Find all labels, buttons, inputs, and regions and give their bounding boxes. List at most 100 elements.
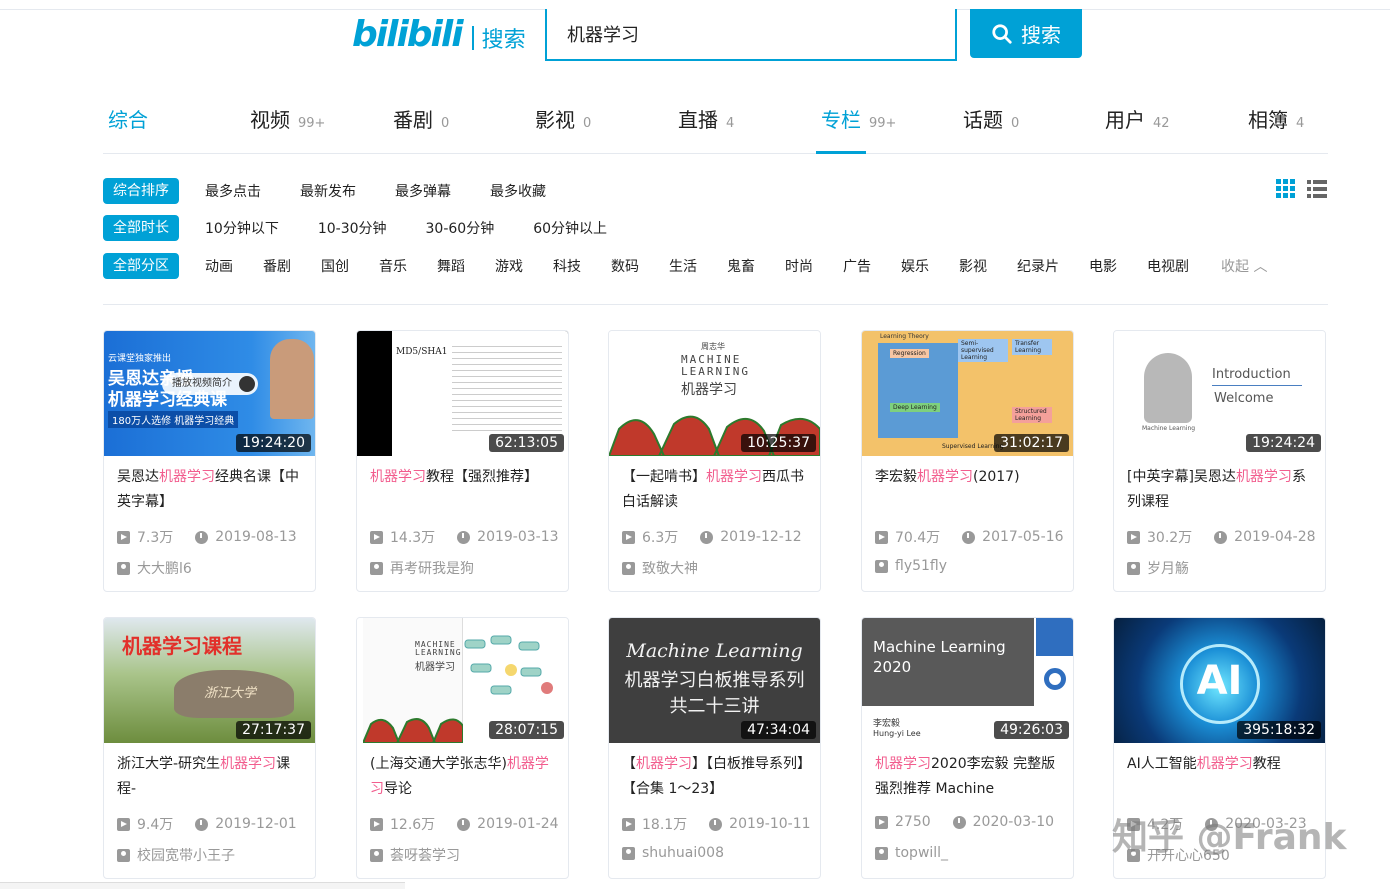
- order-option[interactable]: 最新发布: [300, 181, 356, 201]
- uploader-name: topwill_: [895, 845, 949, 861]
- upload-date: 2019-10-11: [729, 816, 811, 832]
- duration-badge: 28:07:15: [489, 721, 564, 739]
- uploader-link[interactable]: fly51fly: [875, 558, 947, 574]
- zone-option[interactable]: 番剧: [263, 256, 291, 276]
- duration-selected[interactable]: 全部时长: [103, 215, 179, 241]
- video-thumbnail[interactable]: Machine Learning 2020 李宏毅 Hung-yi Lee 49…: [862, 618, 1073, 743]
- bilibili-logo[interactable]: bilibili 搜索: [352, 14, 526, 55]
- zone-option[interactable]: 娱乐: [901, 256, 929, 276]
- zone-option[interactable]: 游戏: [495, 256, 523, 276]
- video-card[interactable]: Learning Theory Regression Deep Learning…: [861, 330, 1074, 592]
- uploader-name: 致敬大神: [642, 561, 698, 577]
- video-card[interactable]: Machine Learning 2020 李宏毅 Hung-yi Lee 49…: [861, 617, 1074, 879]
- zone-option[interactable]: 纪录片: [1017, 256, 1059, 276]
- video-title[interactable]: 吴恩达机器学习经典名课【中英字幕】: [117, 465, 307, 515]
- zone-selected[interactable]: 全部分区: [103, 253, 179, 279]
- zone-option[interactable]: 舞蹈: [437, 256, 465, 276]
- zone-option[interactable]: 影视: [959, 256, 987, 276]
- zone-option[interactable]: 动画: [205, 256, 233, 276]
- thumb-text: AI: [1196, 658, 1243, 704]
- clock-icon: [700, 530, 714, 544]
- video-title[interactable]: 【一起啃书】机器学习西瓜书白话解读: [622, 465, 812, 515]
- tab-album[interactable]: 相簿 4: [1248, 104, 1304, 133]
- uploader-link[interactable]: 校园宽带小王子: [117, 845, 235, 865]
- duration-badge: 10:25:37: [741, 434, 816, 452]
- tab-live[interactable]: 直播 4: [678, 104, 734, 133]
- video-title[interactable]: 浙江大学-研究生机器学习课程-: [117, 752, 307, 802]
- tab-all[interactable]: 综合: [108, 104, 148, 133]
- video-meta: 12.6万 2019-01-24: [370, 814, 559, 834]
- duration-badge: 62:13:05: [489, 434, 564, 452]
- search-input[interactable]: 机器学习: [545, 9, 957, 61]
- tab-topic[interactable]: 话题 0: [963, 104, 1019, 133]
- zone-option[interactable]: 鬼畜: [727, 256, 755, 276]
- zone-option[interactable]: 科技: [553, 256, 581, 276]
- order-option[interactable]: 最多弹幕: [395, 181, 451, 201]
- zone-option[interactable]: 音乐: [379, 256, 407, 276]
- video-card[interactable]: 云课堂独家推出 吴恩达亲授 机器学习经典课 180万人选修 机器学习经典 播放视…: [103, 330, 316, 592]
- video-card[interactable]: Machine Learning 机器学习白板推导系列 共二十三讲 47:34:…: [608, 617, 821, 879]
- list-view-icon[interactable]: [1307, 179, 1327, 199]
- uploader-link[interactable]: 荟呀荟学习: [370, 845, 460, 865]
- horizontal-scrollbar[interactable]: [0, 882, 405, 889]
- uploader-link[interactable]: 岁月觞: [1127, 558, 1189, 578]
- video-meta: 70.4万 2017-05-16: [875, 527, 1064, 547]
- tab-video[interactable]: 视频 99+: [250, 104, 325, 133]
- video-title[interactable]: [中英字幕]吴恩达机器学习系列课程: [1127, 465, 1317, 515]
- video-meta: 30.2万 2019-04-28: [1127, 527, 1316, 547]
- uploader-link[interactable]: 大大鹏l6: [117, 558, 192, 578]
- order-option[interactable]: 最多点击: [205, 181, 261, 201]
- duration-option[interactable]: 60分钟以上: [533, 218, 607, 238]
- video-thumbnail[interactable]: MACHINE LEARNING 机器学习 28:07:15: [357, 618, 568, 743]
- video-title[interactable]: 李宏毅机器学习(2017): [875, 465, 1065, 515]
- zone-option[interactable]: 时尚: [785, 256, 813, 276]
- uploader-link[interactable]: 再考研我是狗: [370, 558, 474, 578]
- video-title[interactable]: (上海交通大学张志华)机器学习导论: [370, 752, 560, 802]
- video-title[interactable]: 机器学习2020李宏毅 完整版 强烈推荐 Machine: [875, 752, 1065, 802]
- video-thumbnail[interactable]: Learning Theory Regression Deep Learning…: [862, 331, 1073, 456]
- tab-bangumi[interactable]: 番剧 0: [393, 104, 449, 133]
- uploader-link[interactable]: topwill_: [875, 845, 948, 861]
- duration-option[interactable]: 30-60分钟: [426, 218, 495, 238]
- grid-view-icon[interactable]: [1276, 179, 1296, 199]
- order-selected[interactable]: 综合排序: [103, 178, 179, 204]
- video-card[interactable]: Introduction Welcome Machine Learning 19…: [1113, 330, 1326, 592]
- thumb-text: 机器学习课程: [122, 634, 242, 658]
- video-card[interactable]: 周志华 MACHINE LEARNING 机器学习 10:25:37 【一起啃书…: [608, 330, 821, 592]
- duration-option[interactable]: 10-30分钟: [318, 218, 387, 238]
- video-title[interactable]: 【机器学习】【白板推导系列】【合集 1～23】: [622, 752, 812, 802]
- video-thumbnail[interactable]: 周志华 MACHINE LEARNING 机器学习 10:25:37: [609, 331, 820, 456]
- video-thumbnail[interactable]: 云课堂独家推出 吴恩达亲授 机器学习经典课 180万人选修 机器学习经典 播放视…: [104, 331, 315, 456]
- duration-option[interactable]: 10分钟以下: [205, 218, 279, 238]
- video-thumbnail[interactable]: MD5/SHA1 62:13:05: [357, 331, 568, 456]
- upload-date: 2017-05-16: [982, 529, 1064, 545]
- zone-option[interactable]: 数码: [611, 256, 639, 276]
- zone-option[interactable]: 电影: [1089, 256, 1117, 276]
- video-card[interactable]: MD5/SHA1 62:13:05 机器学习教程【强烈推荐】 14.3万 2019…: [356, 330, 569, 592]
- video-thumbnail[interactable]: AI 395:18:32: [1114, 618, 1325, 743]
- uploader-link[interactable]: shuhuai008: [622, 845, 724, 861]
- tab-movie[interactable]: 影视 0: [535, 104, 591, 133]
- intro-badge[interactable]: 播放视频简介: [162, 373, 258, 395]
- tab-user[interactable]: 用户 42: [1105, 104, 1170, 133]
- gear-icon: [1044, 668, 1066, 690]
- mindmap-illustration: [464, 635, 553, 695]
- video-card[interactable]: 机器学习课程 浙江大学 27:17:37 浙江大学-研究生机器学习课程- 9.4…: [103, 617, 316, 879]
- collapse-button[interactable]: 收起 ︿: [1221, 256, 1267, 276]
- tab-count: 0: [441, 116, 450, 131]
- zone-option[interactable]: 广告: [843, 256, 871, 276]
- uploader-link[interactable]: 致敬大神: [622, 558, 698, 578]
- video-thumbnail[interactable]: Introduction Welcome Machine Learning 19…: [1114, 331, 1325, 456]
- tab-article[interactable]: 专栏 99+: [821, 104, 896, 133]
- search-button[interactable]: 搜索: [970, 9, 1082, 58]
- zone-option[interactable]: 电视剧: [1147, 256, 1189, 276]
- video-card[interactable]: MACHINE LEARNING 机器学习 28:07:15 (上海交通大学张志…: [356, 617, 569, 879]
- play-count-icon: [117, 817, 130, 831]
- video-thumbnail[interactable]: 机器学习课程 浙江大学 27:17:37: [104, 618, 315, 743]
- zone-option[interactable]: 生活: [669, 256, 697, 276]
- order-option[interactable]: 最多收藏: [490, 181, 546, 201]
- video-thumbnail[interactable]: Machine Learning 机器学习白板推导系列 共二十三讲 47:34:…: [609, 618, 820, 743]
- zone-option[interactable]: 国创: [321, 256, 349, 276]
- video-title[interactable]: 机器学习教程【强烈推荐】: [370, 465, 560, 515]
- video-title[interactable]: AI人工智能机器学习教程: [1127, 752, 1317, 802]
